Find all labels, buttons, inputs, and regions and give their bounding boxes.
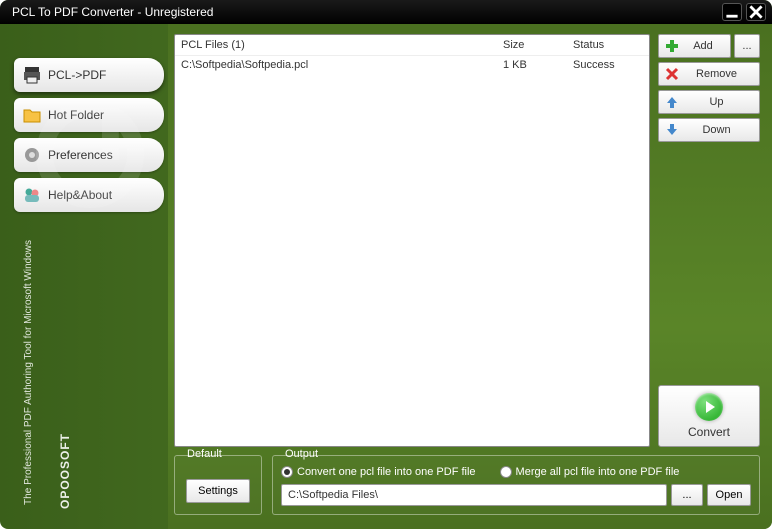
output-path-row: C:\Softpedia Files\ ... Open xyxy=(281,484,751,506)
output-legend: Output xyxy=(281,448,322,460)
radio-icon xyxy=(500,466,512,478)
radio-one-label: Convert one pcl file into one PDF file xyxy=(297,466,476,478)
convert-label: Convert xyxy=(688,425,730,439)
output-group: Output Convert one pcl file into one PDF… xyxy=(272,455,760,515)
col-header-name: PCL Files (1) xyxy=(181,39,503,51)
file-list-header: PCL Files (1) Size Status xyxy=(175,35,649,55)
path-open-label: Open xyxy=(716,489,743,501)
play-icon xyxy=(695,393,723,421)
file-list-panel: PCL Files (1) Size Status C:\Softpedia\S… xyxy=(174,34,650,447)
path-browse-button[interactable]: ... xyxy=(671,484,703,506)
file-status: Success xyxy=(573,59,643,71)
tagline-text: The Professional PDF Authoring Tool for … xyxy=(22,240,162,505)
radio-convert-one[interactable]: Convert one pcl file into one PDF file xyxy=(281,466,476,478)
file-size: 1 KB xyxy=(503,59,573,71)
up-button[interactable]: Up xyxy=(658,90,760,114)
add-button[interactable]: Add xyxy=(658,34,731,58)
path-open-button[interactable]: Open xyxy=(707,484,751,506)
x-icon xyxy=(665,67,679,81)
titlebar[interactable]: PCL To PDF Converter - Unregistered xyxy=(0,0,772,24)
brand-text: OPOOSOFT xyxy=(58,433,72,509)
plus-icon xyxy=(665,39,679,53)
convert-button[interactable]: Convert xyxy=(658,385,760,447)
sidebar-item-label: PCL->PDF xyxy=(48,68,106,82)
col-header-status: Status xyxy=(573,39,643,51)
output-path-input[interactable]: C:\Softpedia Files\ xyxy=(281,484,667,506)
remove-label: Remove xyxy=(684,68,759,80)
top-row: PCL Files (1) Size Status C:\Softpedia\S… xyxy=(174,34,760,447)
settings-button[interactable]: Settings xyxy=(186,479,250,503)
output-path-value: C:\Softpedia Files\ xyxy=(288,489,378,501)
default-legend: Default xyxy=(183,448,226,460)
window-title: PCL To PDF Converter - Unregistered xyxy=(6,5,722,19)
minimize-icon xyxy=(725,5,739,19)
file-name: C:\Softpedia\Softpedia.pcl xyxy=(181,59,503,71)
main-panel: PCL Files (1) Size Status C:\Softpedia\S… xyxy=(168,24,772,529)
add-browse-button[interactable]: ... xyxy=(734,34,760,58)
up-label: Up xyxy=(684,96,759,108)
sidebar: PCL->PDF Hot Folder Preferences Help&Abo… xyxy=(0,24,168,529)
printer-icon xyxy=(22,65,42,85)
button-column: Add ... Remove Up xyxy=(658,34,760,447)
settings-label: Settings xyxy=(198,485,238,497)
ellipsis-label: ... xyxy=(742,40,751,52)
radio-merge-label: Merge all pcl file into one PDF file xyxy=(516,466,680,478)
body: PCL->PDF Hot Folder Preferences Help&Abo… xyxy=(0,24,772,529)
close-button[interactable] xyxy=(746,3,766,21)
window-controls xyxy=(722,3,766,21)
file-row[interactable]: C:\Softpedia\Softpedia.pcl 1 KB Success xyxy=(175,56,649,74)
logo-watermark xyxy=(30,84,150,224)
remove-button[interactable]: Remove xyxy=(658,62,760,86)
output-radios: Convert one pcl file into one PDF file M… xyxy=(281,466,751,478)
close-icon xyxy=(749,5,763,19)
app-window: PCL To PDF Converter - Unregistered PCL-… xyxy=(0,0,772,529)
arrow-down-icon xyxy=(665,123,679,137)
down-button[interactable]: Down xyxy=(658,118,760,142)
arrow-up-icon xyxy=(665,95,679,109)
radio-icon xyxy=(281,466,293,478)
radio-merge-all[interactable]: Merge all pcl file into one PDF file xyxy=(500,466,680,478)
minimize-button[interactable] xyxy=(722,3,742,21)
add-label: Add xyxy=(684,40,730,52)
default-group: Default Settings xyxy=(174,455,262,515)
path-browse-label: ... xyxy=(682,489,691,501)
add-row: Add ... xyxy=(658,34,760,58)
bottom-row: Default Settings Output Convert one pcl … xyxy=(174,455,760,515)
col-header-size: Size xyxy=(503,39,573,51)
down-label: Down xyxy=(684,124,759,136)
